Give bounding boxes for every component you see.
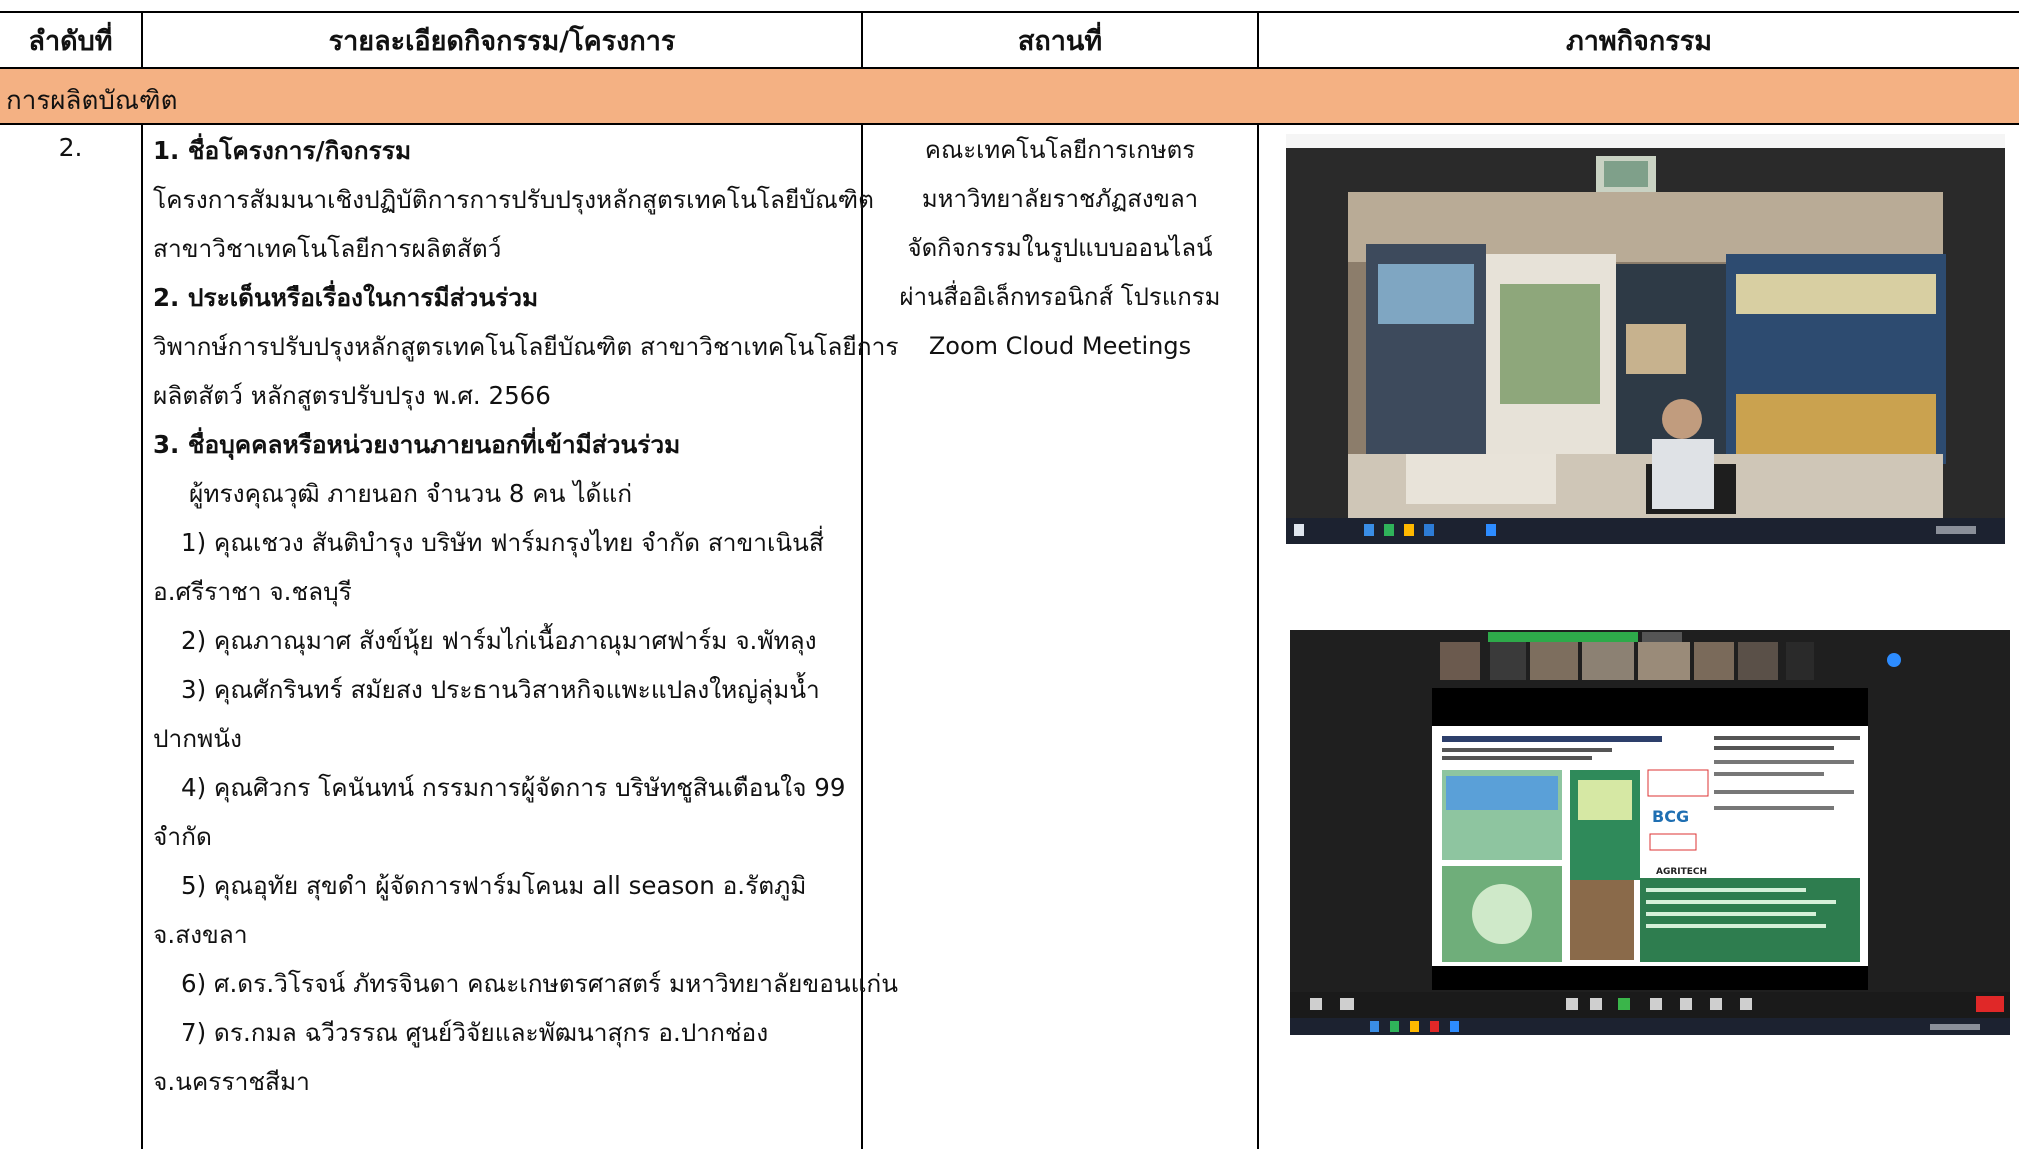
activity-place: คณะเทคโนโลยีการเกษตร มหาวิทยาลัยราชภัฏสง… bbox=[863, 126, 1257, 371]
detail-line: ผลิตสัตว์ หลักสูตรปรับปรุง พ.ศ. 2566 bbox=[153, 381, 551, 410]
section-title: การผลิตบัณฑิต bbox=[6, 86, 178, 116]
detail-line: จ.นครราชสีมา bbox=[153, 1067, 310, 1096]
slide-agritech-badge: AGRITECH bbox=[1656, 867, 1707, 877]
section-band bbox=[0, 68, 2019, 124]
place-line: มหาวิทยาลัยราชภัฏสงขลา bbox=[921, 185, 1199, 213]
activity-details: 1. ชื่อโครงการ/กิจกรรม โครงการสัมมนาเชิง… bbox=[153, 126, 899, 1106]
activity-photo-presentation: BCG AGRITECH bbox=[1290, 630, 2010, 1035]
header-order-number: ลำดับที่ bbox=[28, 25, 113, 57]
column-divider bbox=[141, 11, 143, 68]
detail-line: อ.ศรีราชา จ.ชลบุรี bbox=[153, 577, 352, 606]
detail-line: ผู้ทรงคุณวุฒิ ภายนอก จำนวน 8 คน ได้แก่ bbox=[189, 479, 633, 508]
place-line: คณะเทคโนโลยีการเกษตร bbox=[924, 136, 1196, 164]
participant-item: 6) ศ.ดร.วิโรจน์ ภัทรจินดา คณะเกษตรศาสตร์… bbox=[181, 969, 898, 998]
participant-item: 5) คุณอุทัย สุขดำ ผู้จัดการฟาร์มโคนม all… bbox=[181, 871, 807, 900]
header-bottom-border bbox=[0, 67, 2019, 69]
column-divider bbox=[861, 11, 863, 68]
participant-item: 3) คุณศักรินทร์ สมัยสง ประธานวิสาหกิจแพะ… bbox=[181, 675, 820, 704]
detail-line: ปากพนัง bbox=[153, 724, 243, 753]
column-divider bbox=[141, 123, 143, 1149]
section-bottom-border bbox=[0, 123, 2019, 125]
table-top-border bbox=[0, 11, 2019, 13]
participant-item: 4) คุณศิวกร โคนันทน์ กรรมการผู้จัดการ บร… bbox=[181, 773, 846, 802]
place-line: จัดกิจกรรมในรูปแบบออนไลน์ bbox=[907, 234, 1213, 262]
column-divider bbox=[1257, 11, 1259, 68]
participant-item: 2) คุณภาณุมาศ สังข์นุ้ย ฟาร์มไก่เนื้อภาณ… bbox=[181, 626, 817, 655]
zoom-meeting-speaker-view-icon bbox=[1286, 134, 2005, 544]
header-place: สถานที่ bbox=[1017, 25, 1103, 57]
header-activity-photos: ภาพกิจกรรม bbox=[1565, 25, 1713, 57]
column-divider bbox=[1257, 123, 1259, 1149]
detail-heading-participation-issue: 2. ประเด็นหรือเรื่องในการมีส่วนร่วม bbox=[153, 283, 539, 312]
header-activity-details: รายละเอียดกิจกรรม/โครงการ bbox=[328, 25, 676, 57]
participant-item: 7) ดร.กมล ฉวีวรรณ ศูนย์วิจัยและพัฒนาสุกร… bbox=[181, 1018, 769, 1047]
activity-photo-speaker bbox=[1286, 134, 2005, 544]
place-line: ผ่านสื่ออิเล็กทรอนิกส์ โปรแกรม bbox=[899, 283, 1221, 311]
detail-line: วิพากษ์การปรับปรุงหลักสูตรเทคโนโลยีบัณฑิ… bbox=[153, 332, 899, 361]
participant-item: 1) คุณเชวง สันติบำรุง บริษัท ฟาร์มกรุงไท… bbox=[181, 528, 824, 557]
detail-line: จำกัด bbox=[153, 822, 212, 851]
zoom-meeting-slide-share-icon: BCG AGRITECH bbox=[1290, 630, 2010, 1035]
detail-line: สาขาวิชาเทคโนโลยีการผลิตสัตว์ bbox=[153, 234, 502, 263]
document-page: ลำดับที่ รายละเอียดกิจกรรม/โครงการ สถานท… bbox=[0, 0, 2019, 1149]
place-line: Zoom Cloud Meetings bbox=[928, 332, 1192, 360]
detail-heading-project-name: 1. ชื่อโครงการ/กิจกรรม bbox=[153, 136, 412, 165]
slide-bcg-badge: BCG bbox=[1652, 807, 1689, 826]
row-number: 2. bbox=[58, 133, 83, 162]
detail-line: จ.สงขลา bbox=[153, 920, 248, 949]
detail-line: โครงการสัมมนาเชิงปฏิบัติการการปรับปรุงหล… bbox=[153, 185, 874, 214]
detail-heading-external-participants: 3. ชื่อบุคคลหรือหน่วยงานภายนอกที่เข้ามีส… bbox=[153, 430, 681, 459]
